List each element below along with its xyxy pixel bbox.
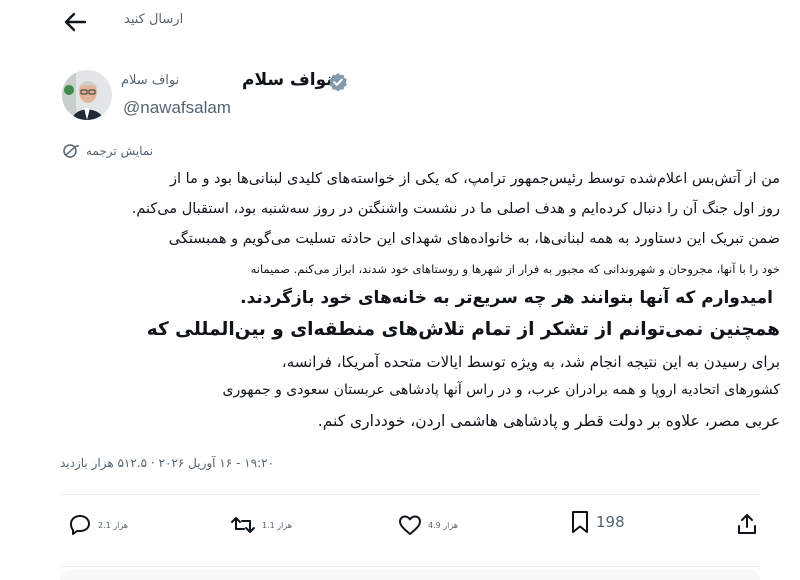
post-line: برای رسیدن به این نتیجه انجام شد، به ویژ… (281, 353, 780, 371)
avatar[interactable] (62, 70, 112, 120)
show-translation-label: نمایش ترجمه (86, 144, 154, 158)
divider (60, 494, 760, 495)
author-handle[interactable]: @nawafsalam (123, 98, 231, 118)
post-line: عربی مصر، علاوه بر دولت قطر و پادشاهی ها… (317, 412, 780, 430)
post-line: روز اول جنگ آن را دنبال کرده‌ایم و هدف ا… (131, 201, 780, 217)
divider (60, 566, 760, 567)
repost-button[interactable]: 1.1 هزار (230, 514, 292, 536)
like-button[interactable]: 4.9 هزار (398, 514, 458, 536)
reply-count: 2.1 هزار (98, 520, 128, 530)
repost-icon (231, 517, 255, 533)
reply-button[interactable]: 2.1 هزار (68, 514, 128, 536)
share-button[interactable] (736, 512, 758, 536)
post-line: من از آتش‌بس اعلام‌شده توسط رئیس‌جمهور ت… (170, 171, 780, 187)
top-bar: ارسال کنید (0, 0, 800, 44)
post-metadata: ۱۹:۲۰ - ۱۶ آوریل ۲۰۲۶ · ۵۱۲.۵ هزار بازدی… (0, 452, 460, 476)
reply-composer-edge[interactable] (60, 570, 760, 580)
post-line: همچنین نمی‌توانم از تشکر از تمام تلاش‌ها… (146, 319, 780, 340)
share-icon (738, 514, 756, 534)
action-bar: 2.1 هزار 1.1 هزار 4.9 هزار 198 (60, 506, 770, 550)
like-count: 4.9 هزار (428, 520, 458, 530)
post-line: خود را با آنها، مجروحان و شهروندانی که م… (250, 262, 780, 276)
bookmark-icon (572, 511, 588, 533)
post-line: امیدوارم که آنها بتوانند هر چه سریع‌تر ب… (240, 288, 773, 308)
translate-icon (63, 144, 79, 158)
show-translation-button[interactable]: نمایش ترجمه (62, 140, 153, 162)
avatar-portrait-icon (62, 70, 112, 120)
bookmark-button[interactable]: 198 (570, 510, 625, 534)
secondary-display-name: نواف سلام (121, 73, 180, 88)
back-arrow-icon[interactable] (62, 10, 88, 34)
reply-icon (70, 515, 90, 535)
heart-icon (399, 515, 421, 535)
post-line: ضمن تبریک این دستاورد به همه لبنانی‌ها، … (168, 231, 780, 247)
repost-count: 1.1 هزار (262, 520, 292, 530)
page-title: ارسال کنید (124, 12, 184, 27)
author-name[interactable]: نواف سلام (242, 70, 333, 90)
bookmark-count: 198 (596, 513, 625, 531)
timestamp-views[interactable]: ۱۹:۲۰ - ۱۶ آوریل ۲۰۲۶ · ۵۱۲.۵ هزار بازدی… (60, 456, 274, 470)
post-line: کشورهای اتحادیه اروپا و همه برادران عرب،… (222, 382, 780, 398)
verified-badge-icon (329, 73, 347, 92)
